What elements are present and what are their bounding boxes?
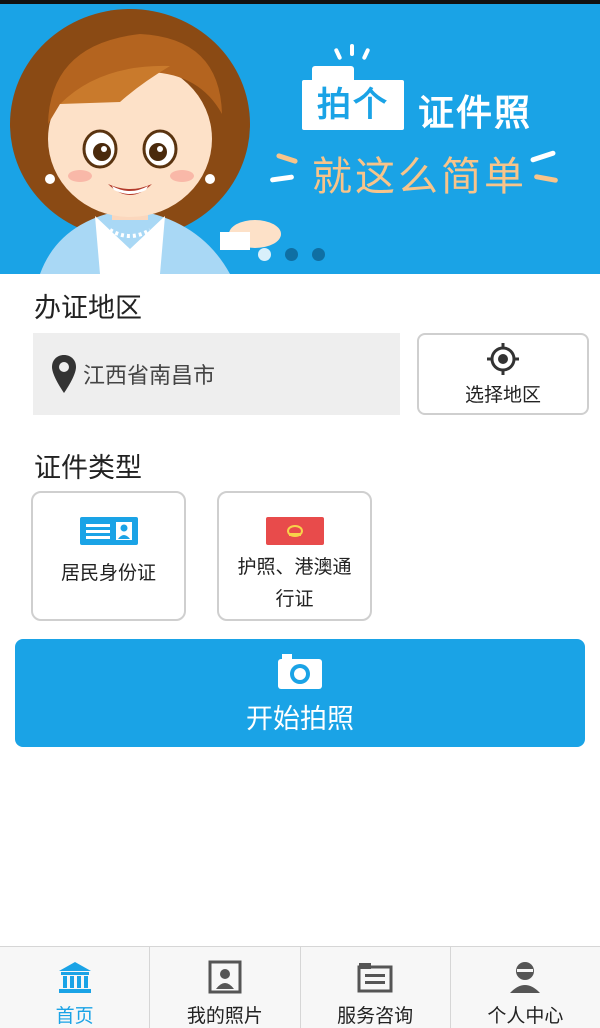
- slogan-box-text: 拍个: [317, 85, 389, 125]
- carousel-dot[interactable]: [285, 248, 298, 261]
- doc-type-label: 居民身份证: [60, 562, 156, 584]
- tab-profile[interactable]: 个人中心: [451, 947, 600, 1028]
- camera-icon: [278, 653, 322, 689]
- tab-label: 个人中心: [487, 1005, 564, 1027]
- region-section-title: 办证地区: [34, 293, 142, 324]
- sparkle-icon: [361, 47, 371, 61]
- location-field[interactable]: 江西省南昌市: [33, 333, 400, 415]
- select-region-label: 选择地区: [464, 383, 541, 406]
- promo-banner[interactable]: 拍个 证件照 就这么简单: [0, 4, 600, 274]
- carousel-dot[interactable]: [312, 248, 325, 261]
- user-icon: [510, 962, 541, 993]
- start-photo-button[interactable]: 开始拍照: [15, 639, 585, 747]
- start-photo-label: 开始拍照: [246, 703, 354, 735]
- consult-icon: [357, 963, 393, 993]
- select-region-button[interactable]: 选择地区: [417, 333, 589, 415]
- location-value: 江西省南昌市: [83, 364, 216, 389]
- tab-home[interactable]: 首页: [0, 947, 151, 1028]
- doc-type-passport[interactable]: 护照、港澳通行证: [217, 491, 372, 621]
- tab-label: 首页: [55, 1005, 94, 1027]
- locate-target-icon: [487, 342, 519, 375]
- passport-icon: [265, 517, 324, 545]
- tab-label: 服务咨询: [337, 1005, 414, 1027]
- sparkle-icon: [333, 47, 343, 61]
- tab-my-photos[interactable]: 我的照片: [150, 947, 301, 1028]
- doc-type-id-card[interactable]: 居民身份证: [31, 491, 186, 621]
- carousel-indicator[interactable]: [258, 248, 325, 261]
- doc-type-section-title: 证件类型: [34, 453, 142, 484]
- mascot-illustration: [10, 9, 281, 274]
- slogan-dash: [533, 173, 559, 184]
- location-pin-icon: [52, 355, 76, 393]
- slogan-subtitle: 就这么简单: [312, 154, 527, 200]
- carousel-dot[interactable]: [258, 248, 271, 261]
- sparkle-icon: [350, 44, 354, 56]
- slogan-dash: [529, 150, 557, 163]
- tab-label: 我的照片: [186, 1005, 263, 1027]
- bank-icon: [58, 962, 91, 993]
- doc-type-label: 护照、港澳通行证: [237, 556, 352, 610]
- photo-icon: [208, 960, 242, 994]
- bottom-tab-bar: 首页 我的照片 服务咨询 个人中心: [0, 946, 600, 1028]
- id-card-icon: [79, 517, 138, 545]
- slogan-title: 证件照: [418, 93, 533, 134]
- tab-service-consult[interactable]: 服务咨询: [301, 947, 451, 1028]
